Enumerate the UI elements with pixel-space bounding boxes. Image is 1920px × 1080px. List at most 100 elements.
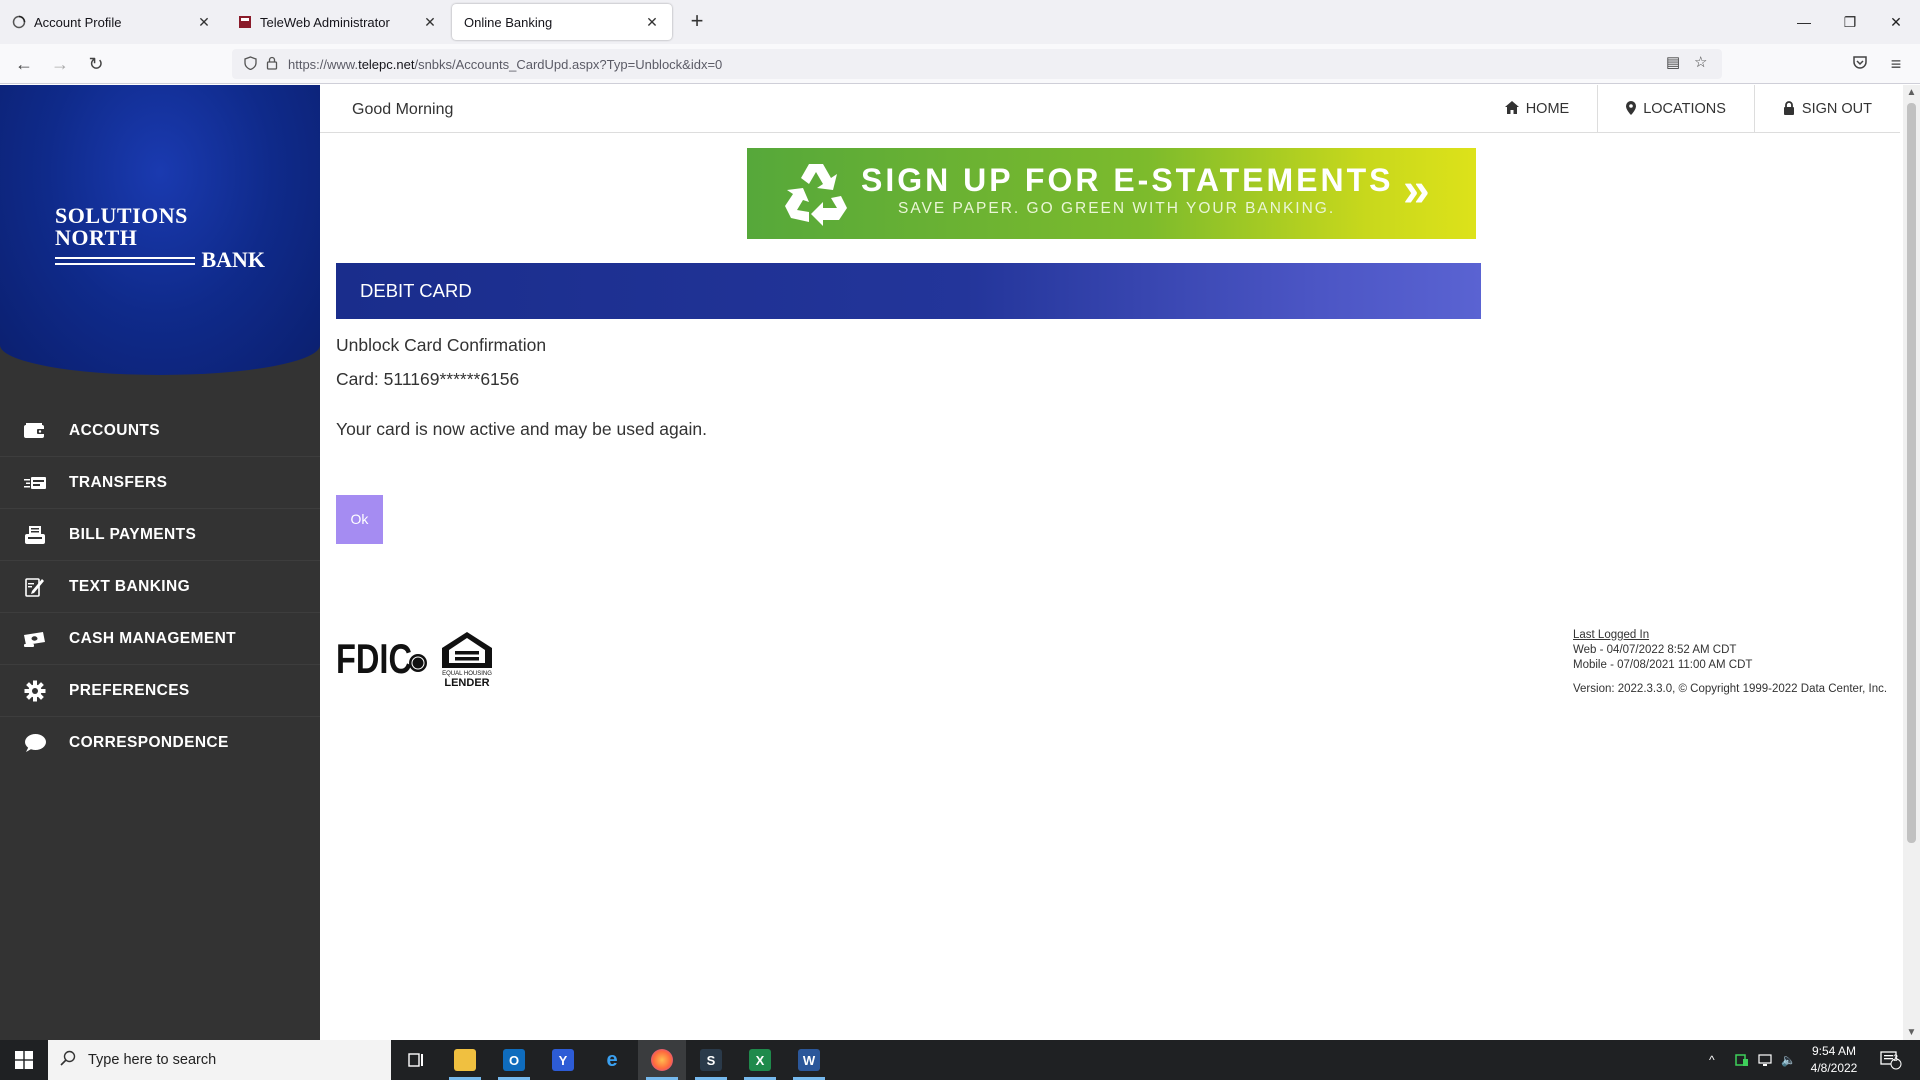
taskbar-excel[interactable]: X xyxy=(736,1040,784,1080)
tab-account-profile[interactable]: Account Profile ✕ xyxy=(0,4,224,40)
lock-icon xyxy=(1783,100,1795,118)
teleweb-favicon-icon xyxy=(238,15,252,29)
sidebar: SOLUTIONS NORTH BANK ACCOUNTS TRANSFERS xyxy=(0,85,320,1040)
app-s-icon: S xyxy=(700,1049,722,1071)
sidebar-item-cash-management[interactable]: CASH MANAGEMENT xyxy=(0,613,320,665)
windows-taskbar: Type here to search O Y e S X W ^ 🔈 9:54… xyxy=(0,1040,1920,1080)
home-icon xyxy=(1504,101,1519,117)
taskbar-search-box[interactable]: Type here to search xyxy=(48,1040,391,1080)
search-icon xyxy=(60,1050,76,1071)
tab-online-banking[interactable]: Online Banking ✕ xyxy=(452,4,672,40)
app-y-icon: Y xyxy=(552,1049,574,1071)
page-scrollbar[interactable]: ▲ ▼ xyxy=(1903,85,1920,1040)
reload-icon[interactable]: ↻ xyxy=(82,50,110,78)
tab-teleweb-administrator[interactable]: TeleWeb Administrator ✕ xyxy=(226,4,450,40)
cash-icon xyxy=(22,628,48,650)
url-text: https://www.telepc.net/snbks/Accounts_Ca… xyxy=(288,56,723,72)
windows-logo-icon xyxy=(15,1051,33,1069)
brand-header: SOLUTIONS NORTH BANK xyxy=(0,85,320,375)
browser-tab-bar: Account Profile ✕ TeleWeb Administrator … xyxy=(0,0,1920,44)
browser-nav-bar: ← → ↻ https://www.telepc.net/snbks/Accou… xyxy=(0,44,1920,84)
confirmation-title: Unblock Card Confirmation xyxy=(336,335,547,355)
last-logged-in-link[interactable]: Last Logged In xyxy=(1573,628,1752,643)
taskbar-firefox[interactable] xyxy=(638,1040,686,1080)
sidebar-item-accounts[interactable]: ACCOUNTS xyxy=(0,405,320,457)
chat-bubble-icon xyxy=(22,732,48,754)
sidebar-item-correspondence[interactable]: CORRESPONDENCE xyxy=(0,717,320,769)
taskbar-app-y[interactable]: Y xyxy=(539,1040,587,1080)
pocket-icon[interactable] xyxy=(1846,50,1874,78)
confirmation-message: Your card is now active and may be used … xyxy=(336,419,707,439)
equal-housing-lender-logo: EQUAL HOUSING LENDER xyxy=(440,630,494,689)
excel-icon: X xyxy=(749,1049,771,1071)
double-chevron-right-icon: » xyxy=(1403,164,1430,217)
taskbar-word[interactable]: W xyxy=(785,1040,833,1080)
bookmark-star-icon[interactable]: ☆ xyxy=(1694,53,1707,71)
shield-icon[interactable] xyxy=(244,55,266,73)
sidebar-item-text-banking[interactable]: TEXT BANKING xyxy=(0,561,320,613)
logo-lines xyxy=(55,257,196,265)
back-arrow-icon[interactable]: ← xyxy=(10,50,38,78)
minimize-button[interactable]: — xyxy=(1781,0,1827,44)
new-tab-button[interactable]: + xyxy=(683,8,711,36)
word-icon: W xyxy=(798,1049,820,1071)
e-statements-banner[interactable]: SIGN UP FOR E-STATEMENTS SAVE PAPER. GO … xyxy=(747,148,1476,239)
show-hidden-icons-chevron-icon[interactable]: ^ xyxy=(1709,1040,1715,1080)
top-header: Good Morning HOME LOCATIONS SIGN OUT xyxy=(320,85,1900,133)
nav-sign-out-link[interactable]: SIGN OUT xyxy=(1753,85,1900,133)
tray-app-icon[interactable] xyxy=(1735,1040,1749,1080)
bill-payments-icon xyxy=(22,524,48,546)
greeting-text: Good Morning xyxy=(352,101,454,118)
taskbar-outlook[interactable]: O xyxy=(490,1040,538,1080)
nav-locations-link[interactable]: LOCATIONS xyxy=(1597,85,1754,133)
windows-start-button[interactable] xyxy=(0,1040,48,1080)
lock-icon[interactable] xyxy=(266,56,288,73)
loading-icon xyxy=(12,15,26,29)
tab-close-icon[interactable]: ✕ xyxy=(422,14,438,31)
banner-title: SIGN UP FOR E-STATEMENTS xyxy=(861,162,1394,198)
reader-view-icon[interactable]: ▤ xyxy=(1666,53,1680,71)
taskbar-internet-explorer[interactable]: e xyxy=(588,1040,636,1080)
close-window-button[interactable]: ✕ xyxy=(1873,0,1919,44)
tab-close-icon[interactable]: ✕ xyxy=(644,14,660,31)
gear-icon xyxy=(22,680,48,702)
scrollbar-thumb[interactable] xyxy=(1907,103,1916,843)
recycle-icon xyxy=(779,156,853,230)
taskbar-file-explorer[interactable] xyxy=(441,1040,489,1080)
outlook-icon: O xyxy=(503,1049,525,1071)
transfer-icon xyxy=(22,472,48,494)
top-navigation: HOME LOCATIONS SIGN OUT xyxy=(1477,85,1900,133)
scroll-up-arrow-icon[interactable]: ▲ xyxy=(1903,87,1920,98)
sidebar-menu: ACCOUNTS TRANSFERS BILL PAYMENTS TEXT BA… xyxy=(0,405,320,769)
section-title-debit-card: DEBIT CARD xyxy=(336,263,1481,319)
notification-center-icon[interactable]: 3 xyxy=(1880,1040,1902,1080)
ok-button[interactable]: Ok xyxy=(336,495,383,544)
taskbar-app-s[interactable]: S xyxy=(687,1040,735,1080)
hamburger-menu-icon[interactable]: ≡ xyxy=(1882,50,1910,78)
card-number: Card: 511169******6156 xyxy=(336,369,520,389)
bank-logo[interactable]: SOLUTIONS NORTH BANK xyxy=(55,205,265,271)
taskbar-clock[interactable]: 9:54 AM 4/8/2022 xyxy=(1795,1043,1873,1077)
internet-explorer-icon: e xyxy=(606,1048,618,1071)
restore-button[interactable]: ❐ xyxy=(1827,0,1873,44)
wallet-icon xyxy=(22,420,48,442)
version-copyright: Version: 2022.3.3.0, © Copyright 1999-20… xyxy=(1573,683,1888,695)
banner-subtitle: SAVE PAPER. GO GREEN WITH YOUR BANKING. xyxy=(898,200,1336,217)
scroll-down-arrow-icon[interactable]: ▼ xyxy=(1903,1027,1920,1038)
volume-icon[interactable]: 🔈 xyxy=(1781,1040,1796,1080)
network-icon[interactable] xyxy=(1757,1040,1773,1080)
web-login-time: Web - 04/07/2022 8:52 AM CDT xyxy=(1573,644,1737,656)
task-view-button[interactable] xyxy=(392,1040,440,1080)
address-bar[interactable]: https://www.telepc.net/snbks/Accounts_Ca… xyxy=(232,49,1722,79)
text-banking-icon xyxy=(22,576,48,598)
nav-home-link[interactable]: HOME xyxy=(1477,85,1598,133)
tab-close-icon[interactable]: ✕ xyxy=(196,14,212,31)
fdic-logo: FDIC xyxy=(336,635,428,682)
sidebar-item-transfers[interactable]: TRANSFERS xyxy=(0,457,320,509)
firefox-icon xyxy=(651,1049,673,1071)
notification-count: 3 xyxy=(1893,1053,1899,1063)
sidebar-item-bill-payments[interactable]: BILL PAYMENTS xyxy=(0,509,320,561)
sidebar-item-preferences[interactable]: PREFERENCES xyxy=(0,665,320,717)
forward-arrow-icon[interactable]: → xyxy=(46,50,74,78)
task-view-icon xyxy=(408,1053,423,1067)
